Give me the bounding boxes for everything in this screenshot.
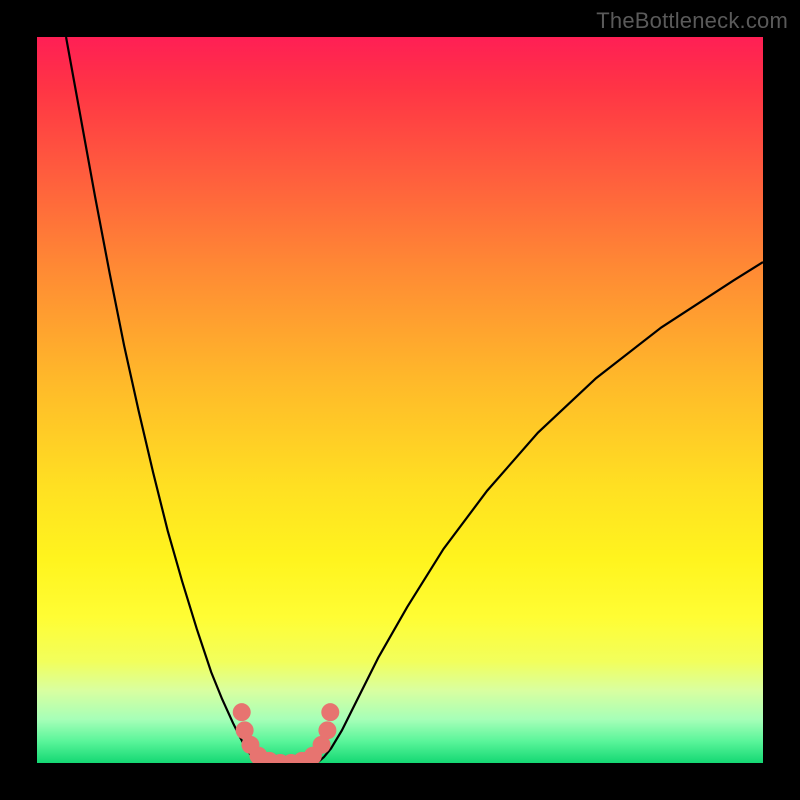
- watermark-text: TheBottleneck.com: [596, 8, 788, 34]
- chart-frame: TheBottleneck.com: [0, 0, 800, 800]
- curve-left-branch: [66, 37, 262, 763]
- chart-svg: [37, 37, 763, 763]
- curve-right-branch: [313, 262, 763, 763]
- plot-area: [37, 37, 763, 763]
- highlight-dot: [318, 721, 336, 739]
- highlight-dot: [233, 703, 251, 721]
- curve-group: [66, 37, 763, 763]
- highlight-dot: [321, 703, 339, 721]
